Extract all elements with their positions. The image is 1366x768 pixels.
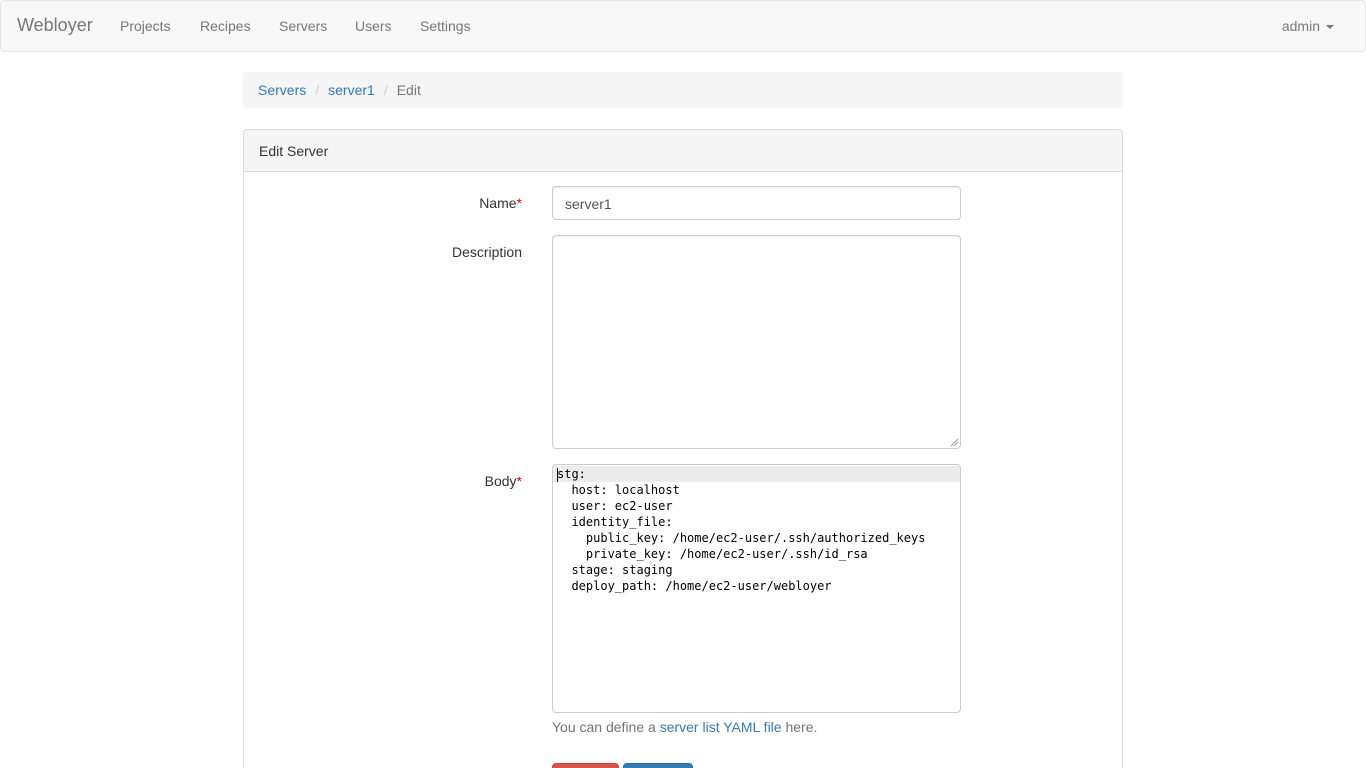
nav-projects[interactable]: Projects [120,18,171,34]
body-label: Body* [420,473,522,489]
code-line-8: deploy_path: /home/ec2-user/webloyer [557,579,832,593]
description-textarea[interactable] [552,235,961,449]
code-line-2: host: localhost [557,483,680,497]
name-input[interactable]: server1 [552,186,961,220]
code-line-1: stg: [553,466,960,482]
breadcrumb-separator: / [315,82,320,98]
user-menu-label: admin [1281,18,1320,34]
panel-title: Edit Server [244,130,1122,172]
name-input-value: server1 [565,196,612,212]
name-label-text: Name [479,195,517,211]
yaml-help-link[interactable]: server list YAML file [660,719,782,735]
nav-users[interactable]: Users [355,18,392,34]
nav-servers[interactable]: Servers [279,18,327,34]
breadcrumb-separator: / [383,82,388,98]
breadcrumb: Servers / server1 / Edit [243,72,1123,108]
code-line-3: user: ec2-user [557,499,673,513]
breadcrumb-server1-link[interactable]: server1 [328,82,375,98]
code-lines: stg: host: localhost user: ec2-user iden… [553,465,960,594]
breadcrumb-current: Edit [396,82,421,98]
body-label-text: Body [484,473,517,489]
body-help-text: You can define a server list YAML file h… [552,719,818,735]
code-line-5: public_key: /home/ec2-user/.ssh/authoriz… [557,531,926,545]
code-line-7: stage: staging [557,563,673,577]
caret-down-icon [1326,25,1334,30]
required-marker: * [516,473,522,489]
body-code-editor[interactable]: stg: host: localhost user: ec2-user iden… [552,464,961,713]
cancel-button[interactable] [552,763,619,768]
update-button[interactable] [623,763,693,768]
code-line-6: private_key: /home/ec2-user/.ssh/id_rsa [557,547,868,561]
name-label: Name* [420,195,522,211]
nav-recipes[interactable]: Recipes [200,18,251,34]
nav-settings[interactable]: Settings [420,18,471,34]
required-marker: * [516,195,522,211]
user-menu-dropdown[interactable]: admin [1282,18,1334,34]
top-navbar: Webloyer Projects Recipes Servers Users … [0,0,1366,52]
breadcrumb-servers-link[interactable]: Servers [258,82,306,98]
brand-logo[interactable]: Webloyer [17,15,93,36]
code-line-4: identity_file: [557,515,673,529]
resize-grip-icon[interactable] [950,438,958,446]
description-label: Description [451,244,522,260]
